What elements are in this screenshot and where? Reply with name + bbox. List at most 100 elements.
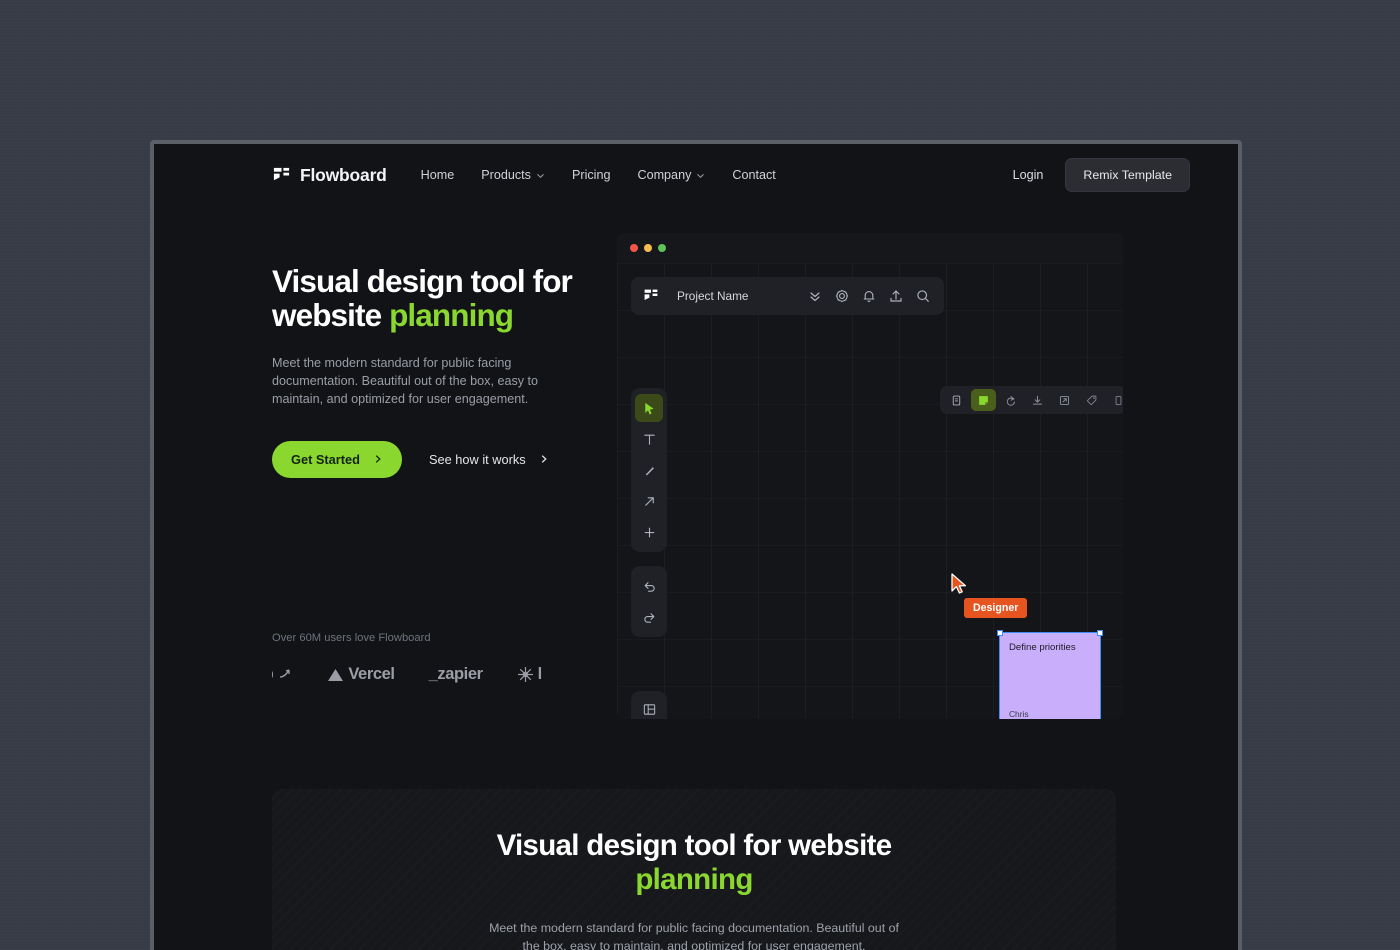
logo-zapier: _zapier xyxy=(429,665,483,684)
see-how-it-works-link[interactable]: See how it works xyxy=(429,452,549,467)
flowboard-logo-icon xyxy=(273,167,290,180)
nav-item-company-label: Company xyxy=(637,168,692,182)
project-name-label[interactable]: Project Name xyxy=(677,289,748,303)
bottom-title-line1: Visual design tool for website xyxy=(496,829,893,862)
hero-subtitle: Meet the modern standard for public faci… xyxy=(272,356,539,406)
note-author: Chris xyxy=(1009,709,1029,719)
redo-icon xyxy=(643,612,654,623)
chevrons-down-icon[interactable] xyxy=(807,288,823,304)
redo-arrow-icon xyxy=(1006,395,1015,406)
remote-cursor-icon xyxy=(951,573,967,594)
get-started-button[interactable]: Get Started xyxy=(272,440,402,478)
pen-icon xyxy=(645,466,654,475)
device-frame: Flowboard Home Products Pricing Company xyxy=(150,140,1242,950)
redo-arrow-icon-button[interactable] xyxy=(998,389,1023,411)
logo-mailchimp: np xyxy=(272,665,293,684)
nav-item-contact-label: Contact xyxy=(732,168,776,182)
layout-panel-button[interactable] xyxy=(631,691,667,719)
remix-template-button[interactable]: Remix Template xyxy=(1065,158,1190,192)
text-tool[interactable] xyxy=(635,425,663,453)
gear-icon[interactable] xyxy=(834,288,850,304)
hero-content: Visual design tool for website planning … xyxy=(272,264,573,478)
cursor-tool[interactable] xyxy=(635,394,663,422)
bottom-section-subtitle: Meet the modern standard for public faci… xyxy=(489,920,899,950)
context-toolbar xyxy=(940,386,1123,414)
text-icon xyxy=(643,434,655,445)
chevron-right-icon xyxy=(541,455,547,463)
window-minimize-dot[interactable] xyxy=(644,244,652,252)
nav-links: Home Products Pricing Company Contact xyxy=(421,168,776,182)
redo-button[interactable] xyxy=(635,603,663,631)
loom-burst-icon xyxy=(517,666,533,682)
external-link-icon-button[interactable] xyxy=(1052,389,1077,411)
bottom-title-accent: planning xyxy=(635,862,753,896)
chevron-down-icon xyxy=(537,173,544,178)
hero-title-line2-plain: website xyxy=(272,297,390,334)
get-started-label: Get Started xyxy=(291,451,360,467)
window-close-dot[interactable] xyxy=(630,244,638,252)
nav-item-home-label: Home xyxy=(420,168,455,182)
tag-icon-button[interactable] xyxy=(1079,389,1104,411)
more-icon xyxy=(1115,395,1122,405)
add-tool[interactable] xyxy=(635,518,663,546)
brand-name: Flowboard xyxy=(300,164,387,185)
hero-title-accent: planning xyxy=(389,297,514,334)
sticky-note-define-priorities[interactable]: Define priorities Chris xyxy=(997,630,1103,719)
nav-item-company[interactable]: Company xyxy=(637,168,705,182)
sticky-note-icon xyxy=(979,395,988,405)
nav-item-contact[interactable]: Contact xyxy=(732,168,775,182)
hero-title: Visual design tool for website planning xyxy=(272,264,573,334)
app-window-mock: Project Name Define priorities Chris Des… xyxy=(617,233,1123,719)
resize-handle-top-right[interactable] xyxy=(1097,630,1103,636)
note-icon-button[interactable] xyxy=(944,389,969,411)
nav-item-products-label: Products xyxy=(481,168,531,182)
nav-actions: Login Remix Template xyxy=(1013,158,1190,192)
remote-cursor-label: Designer xyxy=(964,598,1028,618)
login-link[interactable]: Login xyxy=(1013,168,1044,182)
upload-icon[interactable] xyxy=(888,288,904,304)
logo-zapier-text: _zapier xyxy=(428,664,483,683)
hero-cta-group: Get Started See how it works xyxy=(272,440,572,478)
download-icon xyxy=(1032,395,1043,405)
arrow-up-right-icon xyxy=(644,496,654,506)
nav-item-home[interactable]: Home xyxy=(421,168,455,182)
vercel-triangle-icon xyxy=(328,668,344,681)
note-text: Define priorities xyxy=(1009,642,1076,653)
plus-icon xyxy=(644,527,654,537)
landing-page: Flowboard Home Products Pricing Company xyxy=(154,144,1238,950)
download-icon-button[interactable] xyxy=(1025,389,1050,411)
resize-handle-top-left[interactable] xyxy=(997,630,1003,636)
social-proof-label: Over 60M users love Flowboard xyxy=(272,632,431,644)
tag-icon xyxy=(1086,395,1097,405)
bell-icon[interactable] xyxy=(861,288,877,304)
chevron-right-icon xyxy=(375,455,381,463)
window-maximize-dot[interactable] xyxy=(658,244,666,252)
logo-loom-text: l xyxy=(537,664,543,683)
logo-vercel: Vercel xyxy=(327,665,395,684)
pen-tool[interactable] xyxy=(635,456,663,484)
see-how-it-works-label: See how it works xyxy=(428,451,526,467)
search-icon[interactable] xyxy=(915,288,931,304)
more-options-icon-button[interactable] xyxy=(1106,389,1123,411)
social-proof-logos: np Vercel _zapier xyxy=(272,660,602,688)
nav-item-pricing[interactable]: Pricing xyxy=(572,168,611,182)
layout-panel-icon xyxy=(643,703,655,715)
undo-icon xyxy=(644,581,655,592)
sticky-note-icon-button[interactable] xyxy=(971,389,996,411)
nav-item-products[interactable]: Products xyxy=(481,168,545,182)
cursor-icon xyxy=(644,402,654,414)
mailchimp-icon xyxy=(280,669,291,678)
project-toolbar: Project Name xyxy=(631,277,944,315)
social-proof: Over 60M users love Flowboard np Vercel xyxy=(272,632,602,688)
tool-rail xyxy=(631,388,667,552)
chevron-down-icon xyxy=(697,173,705,178)
brand-logo[interactable]: Flowboard xyxy=(272,165,387,186)
history-rail xyxy=(631,566,667,637)
undo-button[interactable] xyxy=(635,572,663,600)
flowboard-logo-icon xyxy=(644,289,658,300)
logo-loom: l xyxy=(517,665,542,684)
design-canvas[interactable]: Project Name Define priorities Chris Des… xyxy=(617,263,1123,719)
arrow-tool[interactable] xyxy=(635,487,663,515)
remote-cursor: Designer xyxy=(950,573,1040,623)
app-titlebar xyxy=(617,233,1123,263)
